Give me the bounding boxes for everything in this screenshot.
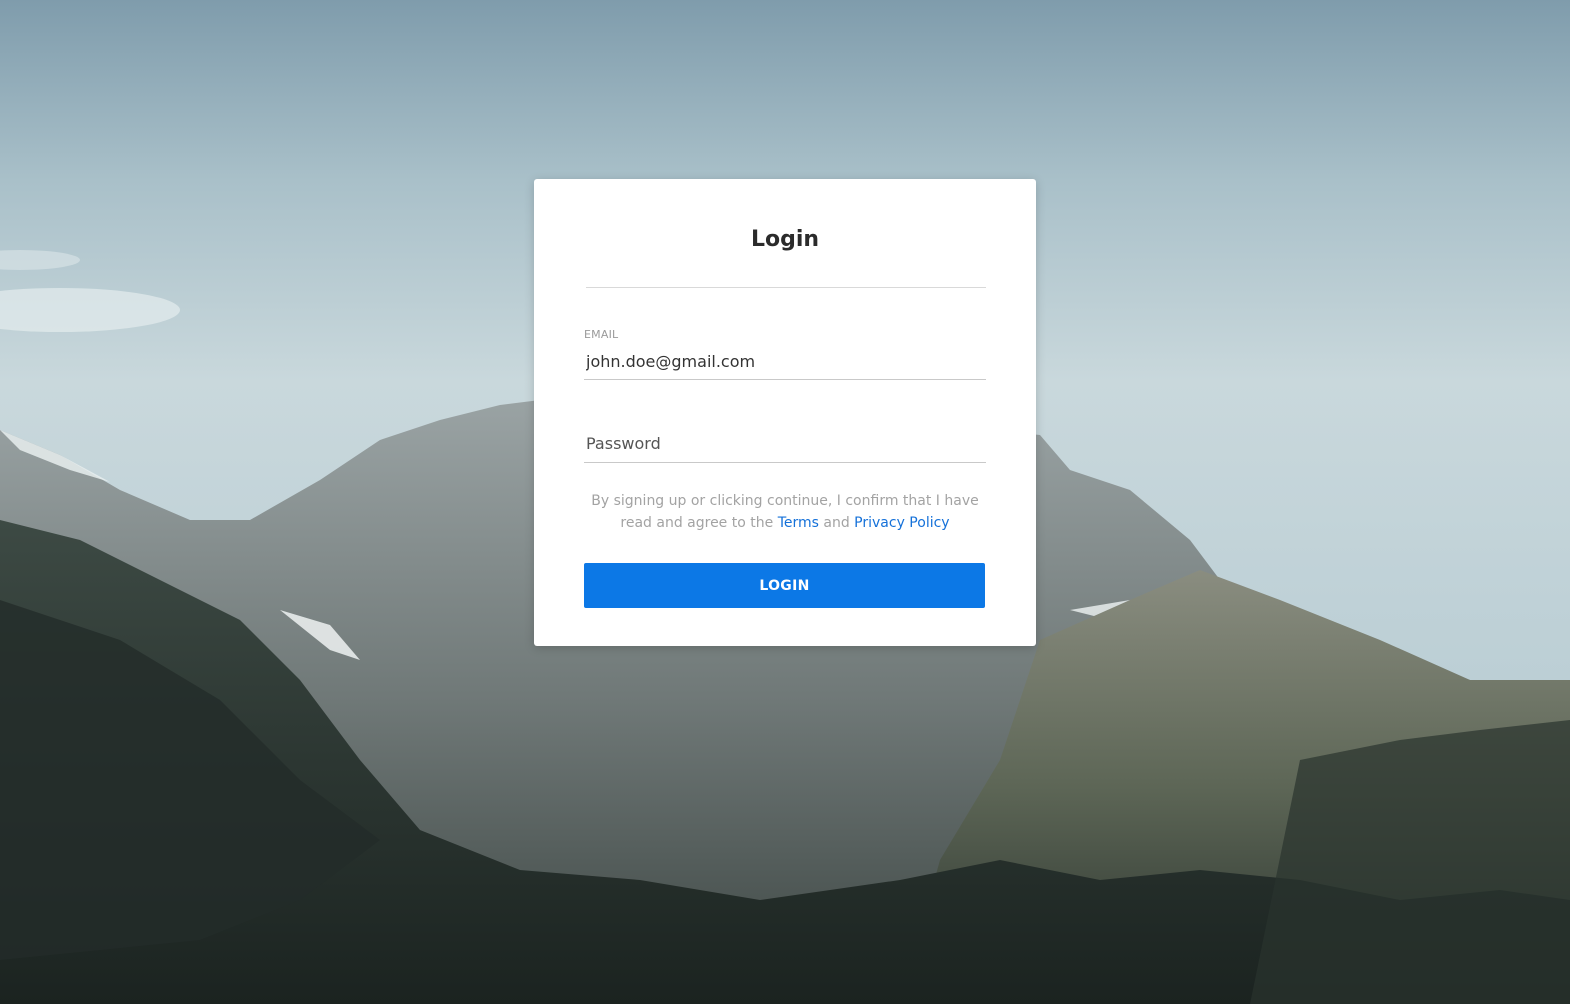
email-label: EMAIL [584,328,619,341]
consent-text: By signing up or clicking continue, I co… [584,490,986,534]
login-button[interactable]: LOGIN [584,563,985,608]
email-field-group: EMAIL [584,328,986,380]
login-card: Login EMAIL By signing up or clicking co… [534,179,1036,646]
title-divider [586,287,986,288]
email-field[interactable] [584,350,986,380]
privacy-policy-link[interactable]: Privacy Policy [854,515,949,531]
password-field-group [584,429,986,463]
password-field[interactable] [584,431,986,463]
consent-connector: and [823,515,850,531]
terms-link[interactable]: Terms [778,515,819,531]
page-title: Login [750,227,820,252]
